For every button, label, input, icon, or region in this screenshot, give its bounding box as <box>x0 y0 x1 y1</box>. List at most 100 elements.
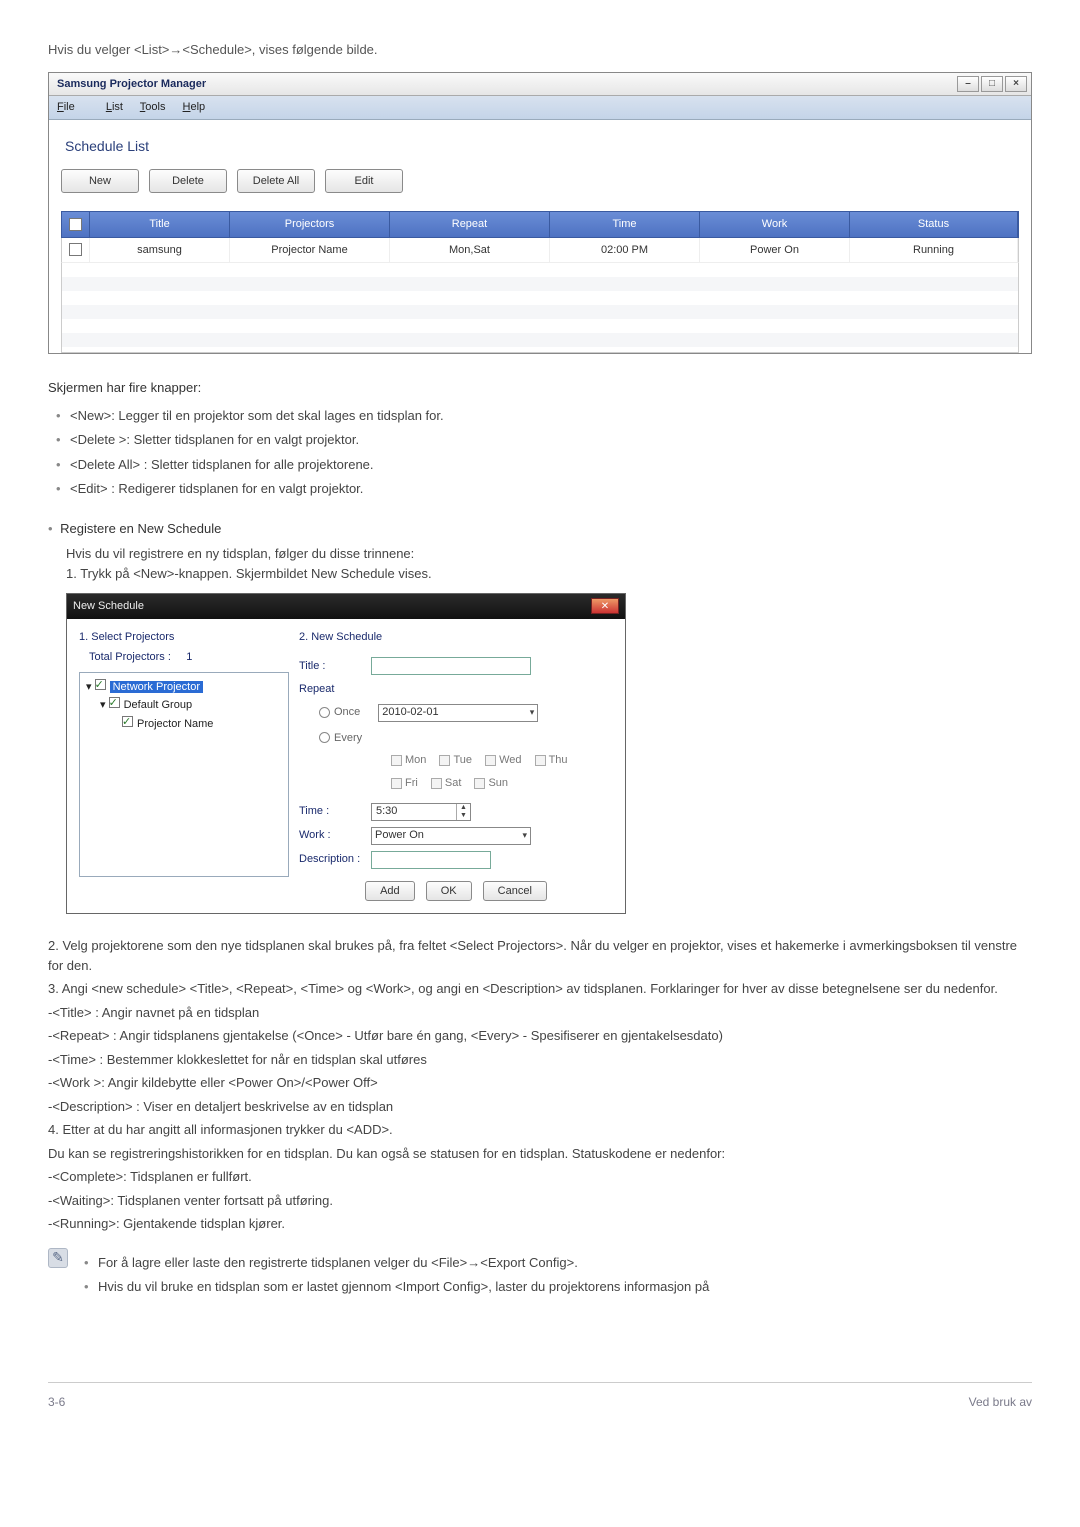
step-1: 1. Trykk på <New>-knappen. Skjermbildet … <box>66 564 1032 584</box>
day-tue[interactable]: Tue <box>439 752 472 769</box>
status-running: -<Running>: Gjentakende tidsplan kjører. <box>48 1214 1032 1234</box>
select-projectors-heading: 1. Select Projectors <box>79 629 289 646</box>
list-item: <Delete All> : Sletter tidsplanen for al… <box>52 455 1032 475</box>
note-item: Hvis du vil bruke en tidsplan som er las… <box>80 1277 1032 1297</box>
edit-button[interactable]: Edit <box>325 169 403 194</box>
col-title: Title <box>90 212 230 237</box>
cell-status: Running <box>850 238 1018 263</box>
title-input[interactable] <box>371 657 531 675</box>
menu-help[interactable]: Help <box>183 101 206 113</box>
menu-bar: File List Tools Help <box>49 96 1031 120</box>
new-button[interactable]: New <box>61 169 139 194</box>
menu-file[interactable]: File <box>57 101 89 113</box>
day-fri[interactable]: Fri <box>391 775 418 792</box>
repeat-label: Repeat <box>299 681 371 698</box>
time-label: Time : <box>299 803 371 820</box>
register-heading: Registere en New Schedule <box>48 519 1032 539</box>
day-wed[interactable]: Wed <box>485 752 521 769</box>
col-projectors: Projectors <box>230 212 390 237</box>
chevron-down-icon: ▾ <box>530 706 535 720</box>
once-radio[interactable]: Once <box>319 704 360 721</box>
window-title: Samsung Projector Manager <box>57 76 206 93</box>
description-input[interactable] <box>371 851 491 869</box>
spin-up-icon[interactable]: ▲ <box>457 804 470 812</box>
cell-work: Power On <box>700 238 850 263</box>
page-number: 3-6 <box>48 1393 65 1411</box>
def-description: -<Description> : Viser en detaljert besk… <box>48 1097 1032 1117</box>
cancel-button[interactable]: Cancel <box>483 881 547 901</box>
note-icon: ✎ <box>48 1248 68 1268</box>
select-all-checkbox[interactable] <box>69 218 82 231</box>
add-button[interactable]: Add <box>365 881 415 901</box>
total-projectors-label: Total Projectors : <box>89 651 171 663</box>
note-item: For å lagre eller laste den registrerte … <box>80 1253 1032 1273</box>
table-header: Title Projectors Repeat Time Work Status <box>61 211 1019 238</box>
cell-repeat: Mon,Sat <box>390 238 550 263</box>
spin-down-icon[interactable]: ▼ <box>457 812 470 820</box>
menu-tools[interactable]: Tools <box>140 101 166 113</box>
step-2: 2. Velg projektorene som den nye tidspla… <box>48 936 1032 975</box>
total-projectors-value: 1 <box>186 651 192 663</box>
chevron-down-icon: ▾ <box>522 829 527 843</box>
tree-group[interactable]: Default Group <box>124 699 192 711</box>
def-work: -<Work >: Angir kildebytte eller <Power … <box>48 1073 1032 1093</box>
time-spinner[interactable]: 5:30 ▲▼ <box>371 803 471 821</box>
new-schedule-heading: 2. New Schedule <box>299 629 613 646</box>
schedule-list-window: Samsung Projector Manager – □ × File Lis… <box>48 72 1032 355</box>
close-button[interactable]: × <box>1005 76 1027 92</box>
work-select[interactable]: Power On▾ <box>371 827 531 845</box>
ok-button[interactable]: OK <box>426 881 472 901</box>
projector-tree[interactable]: ▾ Network Projector ▾ Default Group Proj… <box>79 672 289 877</box>
list-item: <Delete >: Sletter tidsplanen for en val… <box>52 430 1032 450</box>
window-titlebar: Samsung Projector Manager – □ × <box>49 73 1031 97</box>
page-footer: 3-6 Ved bruk av <box>48 1382 1032 1421</box>
day-mon[interactable]: Mon <box>391 752 426 769</box>
cell-time: 02:00 PM <box>550 238 700 263</box>
tree-item[interactable]: Projector Name <box>137 718 213 730</box>
tree-checkbox[interactable] <box>95 679 106 690</box>
status-complete: -<Complete>: Tidsplanen er fullført. <box>48 1167 1032 1187</box>
screen-desc: Skjermen har fire knapper: <box>48 378 1032 398</box>
col-time: Time <box>550 212 700 237</box>
work-label: Work : <box>299 827 371 844</box>
once-date-select[interactable]: 2010-02-01▾ <box>378 704 538 722</box>
day-sat[interactable]: Sat <box>431 775 462 792</box>
menu-list[interactable]: List <box>106 101 123 113</box>
col-work: Work <box>700 212 850 237</box>
dialog-titlebar: New Schedule ✕ <box>67 594 625 619</box>
maximize-button[interactable]: □ <box>981 76 1003 92</box>
button-descriptions: <New>: Legger til en projektor som det s… <box>48 406 1032 499</box>
minimize-button[interactable]: – <box>957 76 979 92</box>
schedule-list-heading: Schedule List <box>65 136 1019 157</box>
table-row[interactable]: samsung Projector Name Mon,Sat 02:00 PM … <box>61 238 1019 264</box>
intro-text: Hvis du velger <List>→<Schedule>, vises … <box>48 40 1032 60</box>
day-thu[interactable]: Thu <box>535 752 568 769</box>
cell-title: samsung <box>90 238 230 263</box>
dialog-title: New Schedule <box>73 598 144 615</box>
history-line: Du kan se registreringshistorikken for e… <box>48 1144 1032 1164</box>
day-sun[interactable]: Sun <box>474 775 508 792</box>
step-3: 3. Angi <new schedule> <Title>, <Repeat>… <box>48 979 1032 999</box>
def-time: -<Time> : Bestemmer klokkeslettet for nå… <box>48 1050 1032 1070</box>
new-schedule-dialog: New Schedule ✕ 1. Select Projectors Tota… <box>66 593 626 914</box>
delete-all-button[interactable]: Delete All <box>237 169 315 194</box>
every-radio[interactable]: Every <box>319 730 362 747</box>
row-checkbox[interactable] <box>69 243 82 256</box>
register-intro: Hvis du vil registrere en ny tidsplan, f… <box>66 544 1032 564</box>
tree-root[interactable]: Network Projector <box>110 681 203 693</box>
cell-projectors: Projector Name <box>230 238 390 263</box>
tree-checkbox[interactable] <box>122 716 133 727</box>
def-title: -<Title> : Angir navnet på en tidsplan <box>48 1003 1032 1023</box>
tree-checkbox[interactable] <box>109 697 120 708</box>
status-waiting: -<Waiting>: Tidsplanen venter fortsatt p… <box>48 1191 1032 1211</box>
col-repeat: Repeat <box>390 212 550 237</box>
close-icon[interactable]: ✕ <box>591 598 619 614</box>
step-4: 4. Etter at du har angitt all informasjo… <box>48 1120 1032 1140</box>
def-repeat: -<Repeat> : Angir tidsplanens gjentakels… <box>48 1026 1032 1046</box>
delete-button[interactable]: Delete <box>149 169 227 194</box>
title-label: Title : <box>299 658 371 675</box>
footer-right: Ved bruk av <box>969 1393 1032 1411</box>
list-item: <New>: Legger til en projektor som det s… <box>52 406 1032 426</box>
table-empty-rows <box>61 263 1019 353</box>
col-status: Status <box>850 212 1018 237</box>
